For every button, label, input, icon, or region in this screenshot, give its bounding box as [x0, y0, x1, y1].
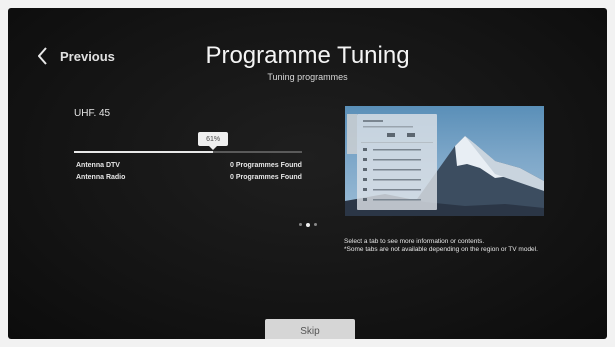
result-label-radio: Antenna Radio [76, 174, 126, 181]
preview-settings-menu [357, 114, 437, 210]
info-line: Select a tab to see more information or … [344, 238, 485, 245]
preview-side-tabs [347, 114, 357, 154]
page-dot[interactable] [313, 223, 317, 226]
channel-label: UHF. 45 [74, 108, 111, 119]
result-label-dtv: Antenna DTV [76, 162, 120, 169]
page-title: Programme Tuning [205, 42, 410, 69]
skip-button[interactable]: Skip [265, 319, 355, 339]
preview-page-dots[interactable] [8, 222, 607, 227]
preview-info: Select a tab to see more information or … [344, 238, 544, 254]
result-value-radio: 0 Programmes Found [230, 174, 302, 181]
page-dot[interactable] [298, 223, 302, 226]
menu-lines-graphic [361, 120, 433, 201]
info-line: *Some tabs are not available depending o… [344, 246, 538, 253]
preview-image [345, 106, 544, 216]
page-subtitle: Tuning programmes [267, 72, 348, 82]
progress-bar-fill [74, 151, 214, 153]
progress-percent-badge: 61% [198, 132, 229, 146]
tv-screen: Previous Programme Tuning Tuning program… [8, 8, 607, 339]
result-value-dtv: 0 Programmes Found [230, 162, 302, 169]
page-dot[interactable] [305, 222, 310, 227]
progress-bar [74, 151, 302, 153]
